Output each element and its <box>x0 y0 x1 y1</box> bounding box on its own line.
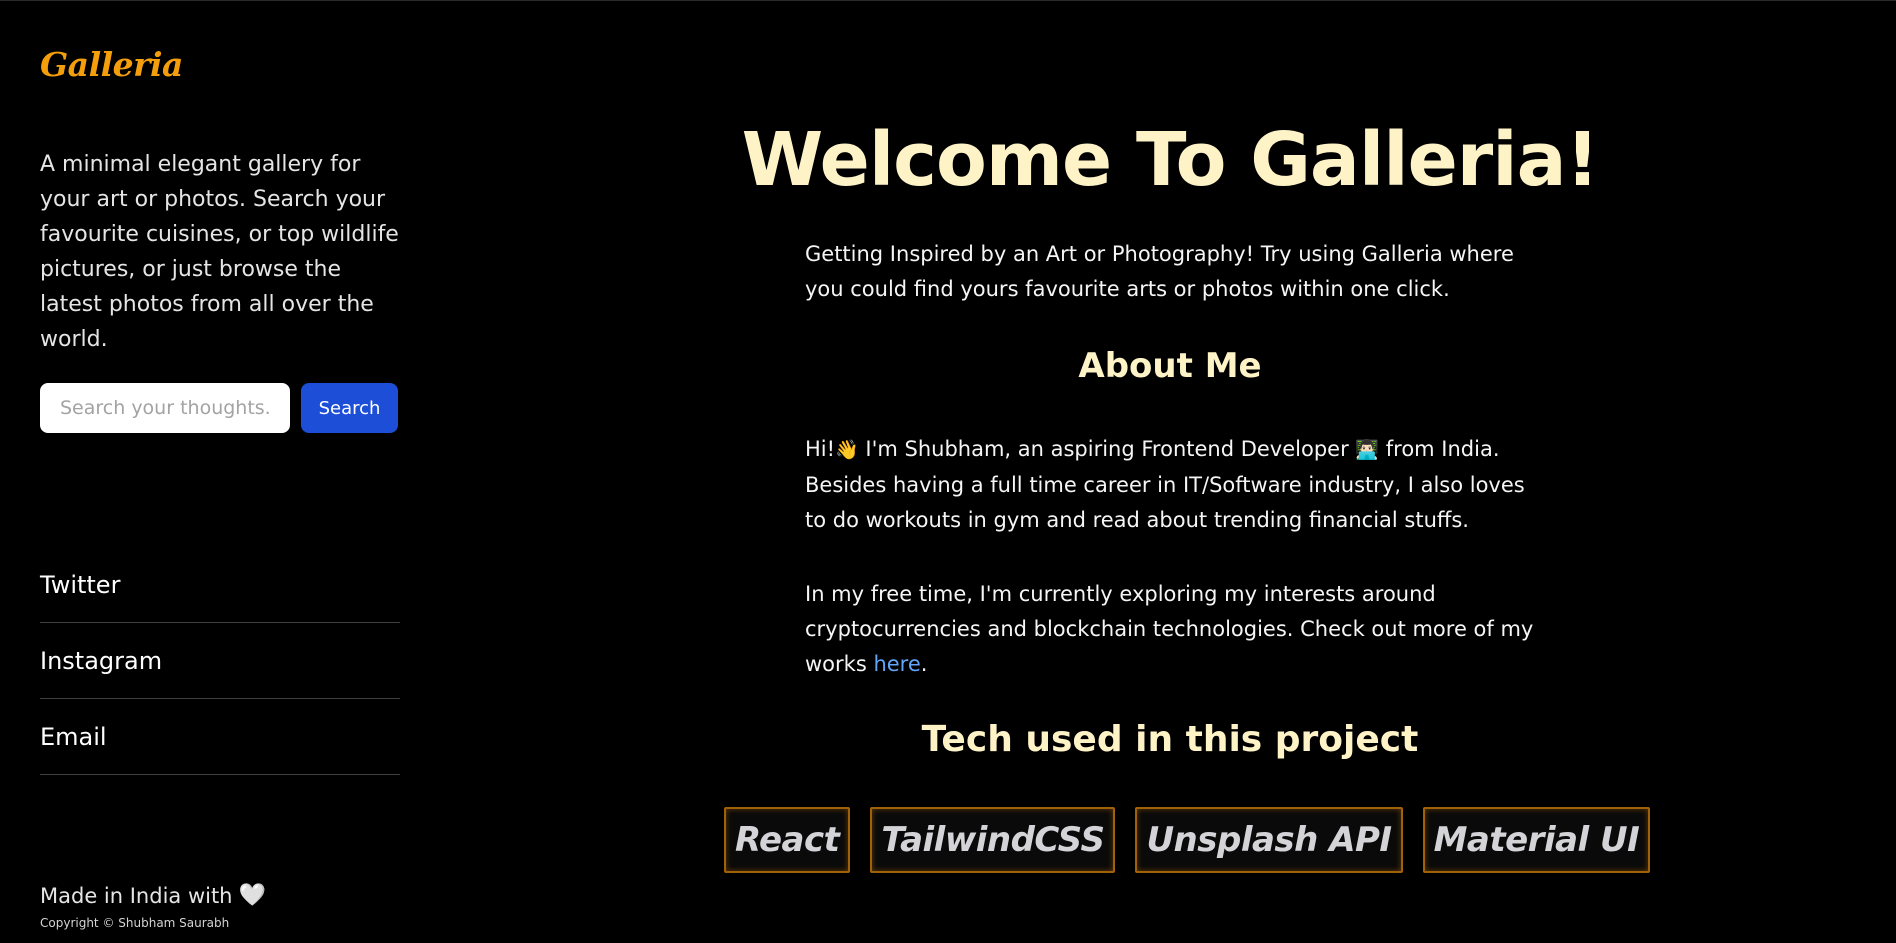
search-form: Search <box>40 383 400 433</box>
about-paragraph-1: Hi!👋 I'm Shubham, an aspiring Frontend D… <box>805 432 1540 538</box>
social-link-instagram[interactable]: Instagram <box>40 623 400 699</box>
social-links: Twitter Instagram Email <box>40 547 400 775</box>
tech-badge-react: React <box>724 807 851 873</box>
social-link-email[interactable]: Email <box>40 699 400 775</box>
heart-icon: 🤍 <box>238 883 266 908</box>
wave-icon: 👋 <box>835 439 859 461</box>
tagline: A minimal elegant gallery for your art o… <box>40 152 399 352</box>
works-link[interactable]: here <box>873 652 920 676</box>
search-button[interactable]: Search <box>301 383 398 433</box>
about-p1-mid: I'm Shubham, an aspiring Frontend Develo… <box>858 437 1356 461</box>
logo[interactable]: Galleria <box>40 45 183 84</box>
about-p2-end: . <box>920 652 928 676</box>
about-p1-start: Hi! <box>805 437 836 461</box>
about-paragraph-2: In my free time, I'm currently exploring… <box>805 577 1540 682</box>
search-input[interactable] <box>40 383 290 433</box>
about-heading: About Me <box>1078 346 1262 386</box>
tech-badge-tailwindcss: TailwindCSS <box>870 807 1116 873</box>
intro-text: Getting Inspired by an Art or Photograph… <box>805 242 1514 301</box>
footer-made-in-text: Made in India with <box>40 883 233 908</box>
copyright: Copyright © Shubham Saurabh <box>40 916 230 930</box>
page-title: Welcome To Galleria! <box>741 117 1600 203</box>
sidebar: Galleria A minimal elegant gallery for y… <box>40 1 400 943</box>
tech-badge-unsplash-api: Unsplash API <box>1135 807 1403 873</box>
footer-made-in: Made in India with 🤍 <box>40 883 266 908</box>
social-link-twitter[interactable]: Twitter <box>40 547 400 623</box>
main-content: Welcome To Galleria! Getting Inspired by… <box>700 1 1651 943</box>
tech-badge-material-ui: Material UI <box>1422 807 1651 873</box>
tech-badges: React TailwindCSS Unsplash API Material … <box>724 807 1651 873</box>
page: Galleria A minimal elegant gallery for y… <box>0 0 1896 943</box>
tech-heading: Tech used in this project <box>921 719 1419 760</box>
developer-icon: 👨🏻‍💻 <box>1355 439 1380 461</box>
